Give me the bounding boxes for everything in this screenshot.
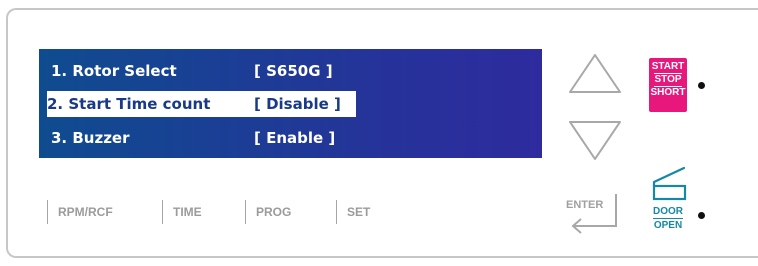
triangle-down-icon — [569, 121, 621, 160]
start-stop-short-button[interactable]: START STOP SHORT — [649, 58, 687, 112]
enter-arrow-icon — [571, 194, 617, 234]
down-arrow-button[interactable] — [567, 118, 623, 164]
door-label: DOOR — [653, 206, 683, 217]
start-indicator-led — [698, 82, 705, 89]
softkey-prog[interactable]: PROG — [245, 200, 291, 224]
short-label: SHORT — [650, 87, 686, 98]
menu-row-value: [ Disable ] — [254, 95, 341, 113]
menu-row-start-time-count[interactable]: 2. Start Time count [ Disable ] — [47, 91, 356, 117]
triangle-up-icon — [569, 54, 621, 93]
menu-row-buzzer[interactable]: 3. Buzzer [ Enable ] — [51, 125, 351, 151]
divider — [653, 218, 683, 219]
menu-row-label: 2. Start Time count — [47, 95, 211, 113]
door-open-label: DOOR OPEN — [650, 206, 686, 231]
softkey-rpm-rcf[interactable]: RPM/RCF — [47, 200, 113, 224]
menu-row-value: [ Enable ] — [254, 129, 336, 147]
menu-row-label: 3. Buzzer — [51, 129, 130, 147]
start-label: START — [651, 61, 685, 72]
softkey-set[interactable]: SET — [336, 200, 370, 224]
softkey-time[interactable]: TIME — [162, 200, 202, 224]
up-arrow-button[interactable] — [567, 50, 623, 96]
door-indicator-led — [698, 212, 705, 219]
lcd-display: 1. Rotor Select [ S650G ] 2. Start Time … — [39, 49, 542, 158]
menu-row-value: [ S650G ] — [254, 62, 333, 80]
open-label: OPEN — [653, 220, 683, 231]
stop-label: STOP — [654, 74, 682, 85]
menu-row-label: 1. Rotor Select — [51, 62, 177, 80]
menu-row-rotor-select[interactable]: 1. Rotor Select [ S650G ] — [51, 58, 351, 84]
lid-open-icon — [652, 166, 687, 201]
